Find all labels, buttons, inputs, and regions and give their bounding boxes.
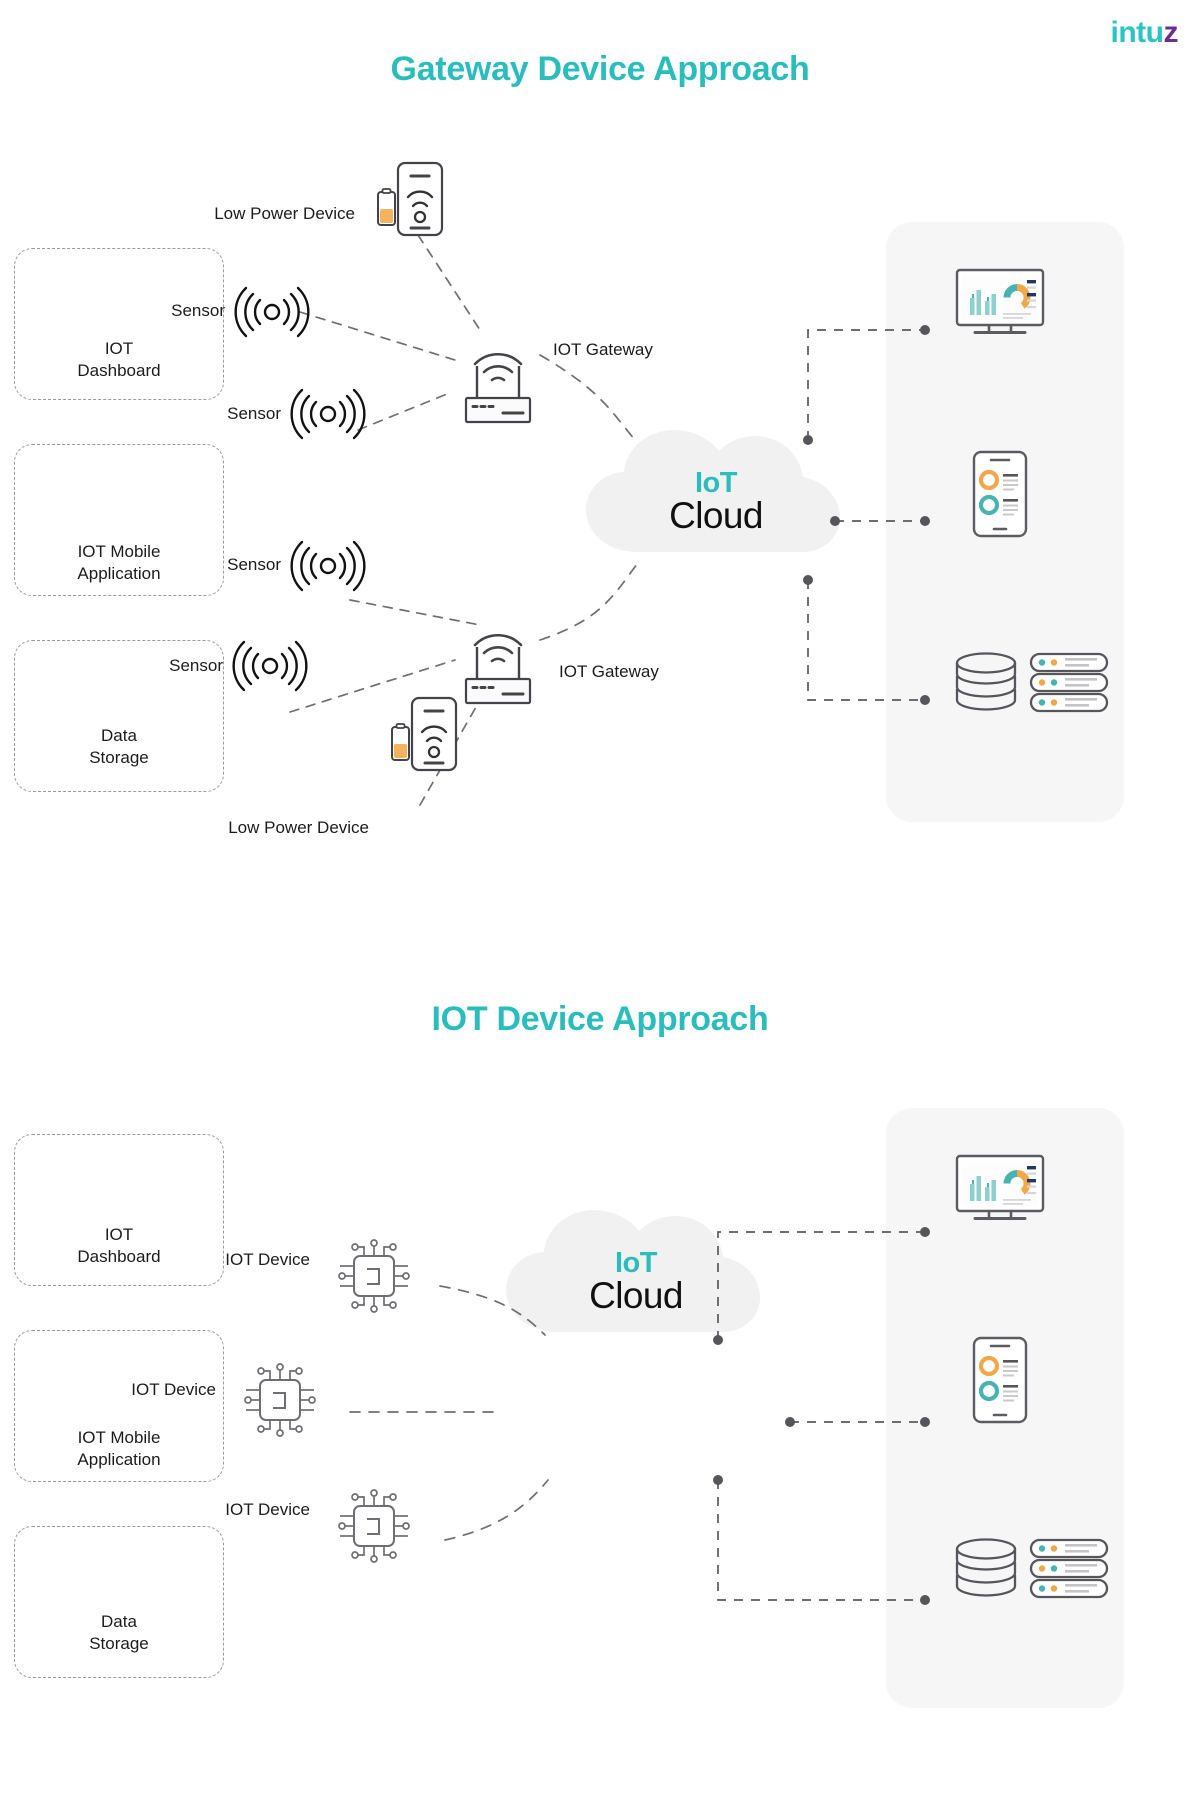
- logo-text-main: intu: [1110, 16, 1164, 49]
- card-label-line2: Storage: [89, 748, 149, 767]
- label-iot-gateway-2: IOT Gateway: [559, 662, 659, 681]
- chip-icon-2: [244, 1363, 316, 1437]
- cloud-iot-text-1: IoT: [695, 467, 738, 499]
- card-label-line2: Application: [77, 1450, 161, 1469]
- card-iot-dashboard-2[interactable]: IOT Dashboard: [14, 1134, 224, 1286]
- card-iot-mobile-application-2[interactable]: IOT Mobile Application: [14, 1330, 224, 1482]
- card-label-line1: Data: [101, 725, 137, 745]
- section-title-gateway: Gateway Device Approach: [390, 50, 810, 88]
- links-iot-devices-to-cloud: [349, 1285, 549, 1541]
- label-iot-device-3: IOT Device: [225, 1500, 310, 1519]
- sensor-icon-2: [290, 388, 366, 440]
- section-title-iot-device: IOT Device Approach: [431, 1000, 769, 1038]
- sensor-icon-3: [290, 540, 366, 592]
- cloud-iot-text-2: IoT: [615, 1247, 658, 1279]
- card-data-storage-2[interactable]: Data Storage: [14, 1526, 224, 1678]
- label-low-power-device-2: Low Power Device: [228, 818, 369, 837]
- cloud-shape-gateway: [586, 430, 840, 552]
- card-label-line1: IOT Mobile: [77, 541, 161, 561]
- card-label-line2: Application: [77, 564, 161, 583]
- card-label-line1: IOT: [104, 338, 134, 358]
- sensor-icon-4: [232, 640, 308, 692]
- card-iot-dashboard-1[interactable]: IOT Dashboard: [14, 248, 224, 400]
- output-panel-gateway: [886, 222, 1124, 822]
- iot-architecture-diagram: intuz Gateway Device Approach IOT Device…: [0, 0, 1200, 1799]
- label-low-power-device-1: Low Power Device: [214, 204, 355, 223]
- intuz-logo: intuz: [1110, 16, 1179, 49]
- card-iot-mobile-application-1[interactable]: IOT Mobile Application: [14, 444, 224, 596]
- router-icon-1: [464, 352, 532, 424]
- cloud-cloud-text-1: Cloud: [669, 494, 763, 536]
- chip-icon-3: [338, 1489, 410, 1563]
- label-sensor-2: Sensor: [227, 404, 281, 423]
- logo-text-accent: z: [1163, 16, 1179, 49]
- cloud-cloud-text-2: Cloud: [589, 1274, 683, 1316]
- card-label-line1: Data: [101, 1611, 137, 1631]
- router-icon-2: [464, 633, 532, 705]
- chip-icon-1: [338, 1239, 410, 1313]
- links-gateway-to-cloud: [539, 354, 641, 641]
- card-data-storage-1[interactable]: Data Storage: [14, 640, 224, 792]
- label-iot-gateway-1: IOT Gateway: [553, 340, 653, 359]
- low-power-device-icon-1: [376, 161, 444, 237]
- output-panel-iot-device: [886, 1108, 1124, 1708]
- sensor-icon-1: [234, 286, 310, 338]
- card-label-line1: IOT Mobile: [77, 1427, 161, 1447]
- card-label-line1: IOT: [104, 1224, 134, 1244]
- card-label-line2: Dashboard: [77, 1247, 161, 1266]
- card-label-line2: Dashboard: [77, 361, 161, 380]
- links-devices-to-gateway-1: [299, 234, 481, 431]
- links-devices-to-gateway-2: [289, 599, 481, 806]
- low-power-device-icon-2: [390, 696, 458, 772]
- card-label-line2: Storage: [89, 1634, 149, 1653]
- cloud-shape-iot-device: [506, 1210, 760, 1332]
